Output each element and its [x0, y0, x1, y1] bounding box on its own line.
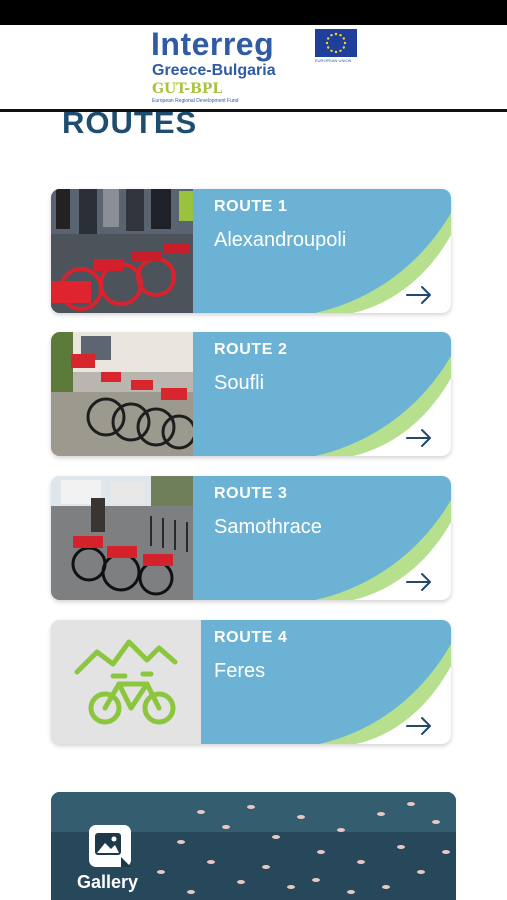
arrow-right-icon[interactable]: [405, 428, 433, 448]
route-card-2[interactable]: ROUTE 2 Soufli: [51, 332, 451, 456]
route-3-number: ROUTE 3: [214, 485, 288, 502]
gallery-label: Gallery: [77, 872, 139, 892]
logo-subtitle: Greece-Bulgaria: [152, 62, 276, 79]
logo-fund: European Regional Development Fund: [152, 98, 239, 104]
logo-code: GUT-BPL: [152, 81, 223, 97]
status-bar: [0, 0, 507, 25]
image-gallery-icon: [89, 825, 131, 867]
route-2-number: ROUTE 2: [214, 341, 288, 358]
route-1-name: Alexandroupoli: [214, 229, 347, 251]
route-3-name: Samothrace: [214, 516, 322, 538]
route-card-4[interactable]: ROUTE 4 Feres: [51, 620, 451, 744]
route-1-photo: [51, 189, 193, 313]
arrow-right-icon[interactable]: [405, 572, 433, 592]
logo-title: Interreg: [151, 26, 275, 62]
route-3-photo: [51, 476, 193, 600]
route-2-photo: [51, 332, 193, 456]
route-1-number: ROUTE 1: [214, 198, 288, 215]
page-title: ROUTES: [62, 105, 198, 140]
eu-label: EUROPEAN UNION: [315, 58, 352, 63]
route-card-1[interactable]: ROUTE 1 Alexandroupoli: [51, 189, 451, 313]
route-2-info: ROUTE 2 Soufli: [193, 332, 451, 456]
route-4-name: Feres: [214, 660, 266, 682]
gallery-button[interactable]: Gallery: [51, 792, 456, 900]
route-card-3[interactable]: ROUTE 3 Samothrace: [51, 476, 451, 600]
route-4-info: ROUTE 4 Feres: [201, 620, 451, 744]
route-3-info: ROUTE 3 Samothrace: [193, 476, 451, 600]
arrow-right-icon[interactable]: [405, 716, 433, 736]
mountain-bicycle-icon: [51, 620, 201, 744]
arrow-right-icon[interactable]: [405, 285, 433, 305]
route-1-info: ROUTE 1 Alexandroupoli: [193, 189, 451, 313]
route-2-name: Soufli: [214, 372, 265, 394]
route-4-number: ROUTE 4: [214, 629, 288, 646]
eu-flag-icon: [315, 29, 357, 57]
